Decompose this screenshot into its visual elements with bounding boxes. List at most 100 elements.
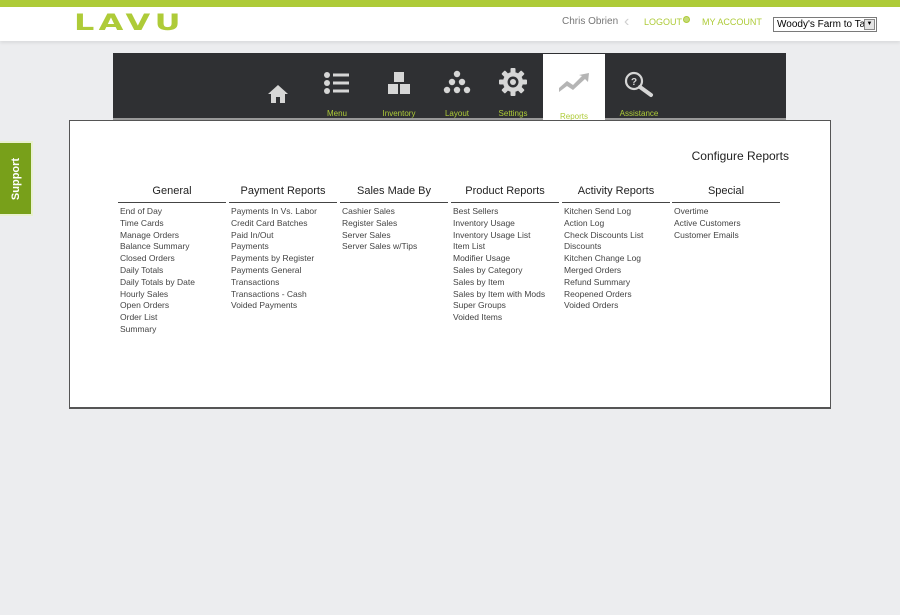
lavu-logo[interactable]: LAVU	[74, 13, 185, 35]
location-select-value: Woody's Farm to Tab	[777, 19, 871, 30]
report-column-product: Product Reports Best Sellers Inventory Us…	[451, 185, 559, 324]
report-link[interactable]: Item List	[453, 241, 559, 253]
column-heading: Activity Reports	[562, 185, 670, 203]
nav-settings[interactable]: Settings	[491, 53, 535, 119]
svg-text:?: ?	[631, 77, 637, 88]
report-link[interactable]: Daily Totals	[120, 265, 226, 277]
nav-assistance[interactable]: ? Assistance	[611, 53, 667, 119]
report-link[interactable]: Paid In/Out	[231, 230, 337, 242]
nav-inventory[interactable]: Inventory	[373, 53, 425, 119]
dots-pyramid-icon	[443, 70, 471, 94]
report-link[interactable]: Payments In Vs. Labor	[231, 206, 337, 218]
report-link[interactable]: Modifier Usage	[453, 253, 559, 265]
home-icon	[268, 85, 288, 103]
report-link[interactable]: Inventory Usage	[453, 218, 559, 230]
report-link[interactable]: Reopened Orders	[564, 289, 670, 301]
report-link[interactable]: End of Day	[120, 206, 226, 218]
report-link[interactable]: Closed Orders	[120, 253, 226, 265]
list-icon	[324, 72, 349, 94]
report-link[interactable]: Time Cards	[120, 218, 226, 230]
location-select[interactable]: Woody's Farm to Tab ▼	[773, 17, 877, 32]
report-link[interactable]: Server Sales	[342, 230, 448, 242]
nav-inventory-label: Inventory	[382, 109, 416, 118]
report-link[interactable]: Balance Summary	[120, 241, 226, 253]
report-link[interactable]: Cashier Sales	[342, 206, 448, 218]
report-link[interactable]: Voided Payments	[231, 300, 337, 312]
report-link[interactable]: Credit Card Batches	[231, 218, 337, 230]
nav-menu-label: Menu	[326, 109, 347, 118]
report-link[interactable]: Merged Orders	[564, 265, 670, 277]
report-link[interactable]: Action Log	[564, 218, 670, 230]
report-list: End of Day Time Cards Manage Orders Balance…	[118, 206, 226, 336]
report-link[interactable]: Best Sellers	[453, 206, 559, 218]
main-nav: Menu Inventory Layout Settings Reports ?…	[113, 53, 786, 122]
report-link[interactable]: Sales by Category	[453, 265, 559, 277]
report-column-activity: Activity Reports Kitchen Send Log Action …	[562, 185, 670, 312]
report-link[interactable]: Active Customers	[674, 218, 780, 230]
report-list: Cashier Sales Register Sales Server Sales S…	[340, 206, 448, 253]
report-link[interactable]: Transactions	[231, 277, 337, 289]
report-link[interactable]: Check Discounts List	[564, 230, 670, 242]
report-link[interactable]: Payments	[231, 241, 337, 253]
report-link[interactable]: Discounts	[564, 241, 670, 253]
report-list: Payments In Vs. Labor Credit Card Batches…	[229, 206, 337, 312]
report-link[interactable]: Daily Totals by Date	[120, 277, 226, 289]
report-link[interactable]: Server Sales w/Tips	[342, 241, 448, 253]
report-link[interactable]: Payments by Register	[231, 253, 337, 265]
support-tab-label: Support	[9, 157, 22, 200]
support-tab[interactable]: Support	[0, 141, 33, 216]
report-link[interactable]: Order List	[120, 312, 226, 324]
report-link[interactable]: Transactions - Cash	[231, 289, 337, 301]
report-link[interactable]: Voided Items	[453, 312, 559, 324]
nav-reports[interactable]: Reports	[543, 54, 605, 122]
column-heading: General	[118, 185, 226, 203]
report-link[interactable]: Overtime	[674, 206, 780, 218]
report-list: Kitchen Send Log Action Log Check Discount…	[562, 206, 670, 312]
dropdown-arrow-icon[interactable]: ▼	[864, 19, 875, 30]
separator-dot-icon	[683, 16, 690, 23]
report-link[interactable]: Payments General	[231, 265, 337, 277]
report-link[interactable]: Sales by Item with Mods	[453, 289, 559, 301]
column-heading: Sales Made By	[340, 185, 448, 203]
report-column-sales-made-by: Sales Made By Cashier Sales Register Sale…	[340, 185, 448, 253]
nav-settings-label: Settings	[498, 109, 528, 118]
report-link[interactable]: Open Orders	[120, 300, 226, 312]
top-accent-bar	[0, 0, 900, 7]
column-heading: Product Reports	[451, 185, 559, 203]
trend-chart-icon	[559, 73, 589, 92]
help-magnifier-icon: ?	[624, 71, 653, 97]
report-list: Best Sellers Inventory Usage Inventory Usa…	[451, 206, 559, 324]
nav-menu[interactable]: Menu	[313, 53, 361, 119]
report-link[interactable]: Refund Summary	[564, 277, 670, 289]
report-link[interactable]: Hourly Sales	[120, 289, 226, 301]
report-column-general: General End of Day Time Cards Manage Order…	[118, 185, 226, 336]
report-link[interactable]: Customer Emails	[674, 230, 780, 242]
nav-layout[interactable]: Layout	[435, 53, 479, 119]
column-heading: Special	[672, 185, 780, 203]
report-link[interactable]: Sales by Item	[453, 277, 559, 289]
gear-icon	[499, 68, 527, 96]
nav-assistance-label: Assistance	[619, 109, 659, 118]
user-name: Chris Obrien	[562, 16, 619, 27]
report-column-special: Special Overtime Active Customers Customer…	[672, 185, 780, 241]
chevron-left-icon: ‹	[624, 13, 630, 30]
column-heading: Payment Reports	[229, 185, 337, 203]
nav-home[interactable]	[260, 53, 296, 119]
header: LAVU Chris Obrien ‹ LOGOUT MY ACCOUNT Wo…	[0, 7, 900, 41]
nav-layout-label: Layout	[444, 109, 470, 118]
report-link[interactable]: Register Sales	[342, 218, 448, 230]
report-column-payment: Payment Reports Payments In Vs. Labor Cre…	[229, 185, 337, 312]
report-link[interactable]: Manage Orders	[120, 230, 226, 242]
panel-title: Configure Reports	[691, 149, 789, 163]
report-link[interactable]: Kitchen Send Log	[564, 206, 670, 218]
report-link[interactable]: Summary	[120, 324, 226, 336]
my-account-link[interactable]: MY ACCOUNT	[702, 17, 762, 27]
configure-reports-panel: Configure Reports General End of Day Time…	[69, 120, 831, 409]
report-link[interactable]: Inventory Usage List	[453, 230, 559, 242]
report-link[interactable]: Kitchen Change Log	[564, 253, 670, 265]
report-link[interactable]: Voided Orders	[564, 300, 670, 312]
report-list: Overtime Active Customers Customer Emails	[672, 206, 780, 241]
logout-link[interactable]: LOGOUT	[644, 17, 682, 27]
boxes-icon	[388, 72, 410, 94]
report-link[interactable]: Super Groups	[453, 300, 559, 312]
